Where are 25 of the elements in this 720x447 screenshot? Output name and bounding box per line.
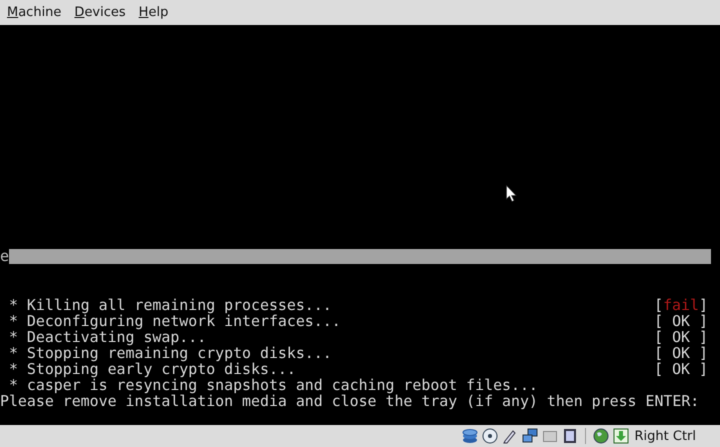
console-line: Please remove installation media and close the tray (if any) then press ENTER: — [0, 393, 700, 409]
optical-disc-icon[interactable] — [482, 428, 498, 444]
chip-icon[interactable] — [562, 428, 578, 444]
menu-item[interactable]: Devices — [74, 5, 126, 20]
console-line: * Deactivating swap... — [8, 329, 206, 345]
status-label: [ OK ] — [654, 313, 708, 329]
mouse-pointer-icon — [506, 185, 517, 202]
status-label: [ OK ] — [654, 361, 708, 377]
globe-icon[interactable] — [592, 428, 608, 444]
status-label: [fail] — [654, 297, 708, 313]
status-label: [ OK ] — [654, 345, 708, 361]
console-line: * Stopping remaining crypto disks... — [8, 345, 332, 361]
network-icon[interactable] — [522, 428, 538, 444]
pen-icon[interactable] — [502, 428, 518, 444]
console-text: e — [0, 249, 9, 264]
hard-disk-icon[interactable] — [462, 428, 478, 444]
status-label: [ OK ] — [654, 329, 708, 345]
menu-item[interactable]: Help — [138, 5, 168, 20]
console-line: * casper is resyncing snapshots and caching reboot files... — [8, 377, 538, 393]
console-line: * Stopping early crypto disks... — [8, 361, 296, 377]
console-line: * Deconfiguring network interfaces... — [8, 313, 341, 329]
host-key-label: Right Ctrl — [634, 428, 696, 444]
menu-item[interactable]: Machine — [7, 5, 62, 20]
console-line: * Killing all remaining processes... — [8, 297, 332, 313]
download-arrow-icon[interactable] — [612, 428, 628, 444]
